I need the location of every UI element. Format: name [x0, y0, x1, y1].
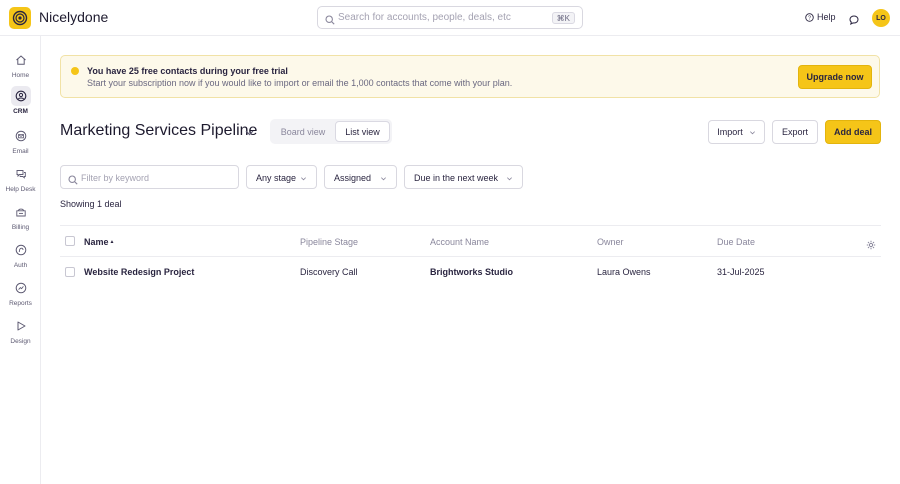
- top-bar: Nicelydone Search for accounts, people, …: [0, 0, 900, 36]
- info-dot-icon: [71, 67, 79, 75]
- chat-icon[interactable]: [849, 12, 859, 30]
- reports-icon: [15, 282, 26, 294]
- due-date-dropdown[interactable]: Due in the next week: [404, 165, 523, 189]
- email-icon: [15, 130, 26, 142]
- table-header: Name▲ Pipeline Stage Account Name Owner …: [60, 225, 881, 257]
- sidebar-item-label: Reports: [9, 300, 32, 307]
- column-header-owner[interactable]: Owner: [597, 237, 624, 247]
- list-view-button[interactable]: List view: [335, 121, 390, 142]
- results-count: Showing 1 deal: [60, 199, 122, 209]
- global-search[interactable]: Search for accounts, people, deals, etc …: [317, 6, 583, 29]
- table-row[interactable]: Website Redesign Project Discovery Call …: [60, 257, 881, 287]
- design-icon: [17, 321, 25, 331]
- deal-name-cell[interactable]: Website Redesign Project: [84, 267, 194, 277]
- auth-icon: [15, 244, 26, 256]
- search-shortcut-badge: ⌘K: [551, 12, 575, 24]
- chevron-down-icon: [300, 174, 307, 184]
- help-button[interactable]: ? Help: [805, 12, 836, 22]
- keyword-filter-placeholder: Filter by keyword: [81, 173, 150, 183]
- sort-ascending-icon: ▲: [109, 239, 115, 245]
- sidebar-item-label: Home: [11, 72, 30, 79]
- chevron-down-icon: [380, 174, 387, 184]
- sidebar-item-label: Auth: [13, 262, 28, 269]
- keyword-filter-input[interactable]: Filter by keyword: [60, 165, 239, 189]
- trial-banner: You have 25 free contacts during your fr…: [60, 55, 880, 98]
- banner-title: You have 25 free contacts during your fr…: [87, 66, 288, 76]
- chevron-down-icon: [506, 174, 513, 184]
- column-header-due-date[interactable]: Due Date: [717, 237, 755, 247]
- stage-dropdown-label: Any stage: [256, 173, 297, 183]
- sidebar-item-billing[interactable]: Billing: [0, 202, 41, 231]
- select-all-checkbox[interactable]: [65, 236, 75, 246]
- search-icon: [325, 12, 335, 30]
- chevron-down-icon[interactable]: [244, 125, 255, 143]
- crm-icon: [15, 90, 26, 102]
- sidebar-item-help-desk[interactable]: Help Desk: [0, 164, 41, 193]
- column-header-pipeline-stage[interactable]: Pipeline Stage: [300, 237, 358, 247]
- home-icon: [15, 55, 26, 65]
- import-label: Import: [717, 127, 743, 137]
- view-toggle: Board view List view: [270, 119, 392, 144]
- sidebar-item-design[interactable]: Design: [0, 316, 41, 345]
- search-icon: [68, 172, 78, 190]
- help-icon: ?: [805, 12, 814, 22]
- banner-message: Start your subscription now if you would…: [87, 78, 513, 88]
- sidebar-item-label: Email: [12, 148, 29, 155]
- logo-icon[interactable]: [9, 7, 31, 29]
- assigned-dropdown-label: Assigned: [334, 173, 372, 183]
- sidebar-item-home[interactable]: Home: [0, 50, 41, 79]
- pipeline-title[interactable]: Marketing Services Pipeline: [60, 122, 257, 140]
- sidebar-item-email[interactable]: Email: [0, 126, 41, 155]
- helpdesk-icon: [16, 170, 26, 179]
- upgrade-button[interactable]: Upgrade now: [798, 65, 872, 89]
- board-view-button[interactable]: Board view: [274, 121, 332, 142]
- pipeline-stage-cell: Discovery Call: [300, 267, 358, 277]
- export-button[interactable]: Export: [772, 120, 818, 144]
- row-checkbox[interactable]: [65, 267, 75, 277]
- search-placeholder: Search for accounts, people, deals, etc: [338, 12, 511, 23]
- user-avatar[interactable]: LO: [872, 9, 890, 27]
- sidebar-item-label: Billing: [11, 224, 30, 231]
- svg-text:?: ?: [808, 15, 811, 21]
- account-name-cell[interactable]: Brightworks Studio: [430, 267, 513, 277]
- sidebar-item-label: CRM: [13, 108, 28, 115]
- add-deal-button[interactable]: Add deal: [825, 120, 881, 144]
- owner-cell: Laura Owens: [597, 267, 651, 277]
- sidebar: Home CRM Email Help Desk Billing Auth Re…: [0, 36, 41, 484]
- column-header-name[interactable]: Name▲: [84, 237, 114, 247]
- billing-icon: [15, 208, 26, 217]
- gear-icon[interactable]: [866, 237, 876, 255]
- sidebar-item-reports[interactable]: Reports: [0, 278, 41, 307]
- assigned-dropdown[interactable]: Assigned: [324, 165, 397, 189]
- import-button[interactable]: Import: [708, 120, 765, 144]
- sidebar-item-auth[interactable]: Auth: [0, 240, 41, 269]
- sidebar-item-label: Design: [10, 338, 31, 345]
- chevron-down-icon: [749, 130, 755, 134]
- stage-dropdown[interactable]: Any stage: [246, 165, 317, 189]
- sidebar-item-label: Help Desk: [5, 186, 36, 193]
- help-label: Help: [817, 12, 836, 22]
- sidebar-item-crm[interactable]: CRM: [0, 86, 41, 115]
- due-dropdown-label: Due in the next week: [414, 173, 499, 183]
- due-date-cell: 31-Jul-2025: [717, 267, 765, 277]
- app-name: Nicelydone: [39, 9, 109, 25]
- column-header-account-name[interactable]: Account Name: [430, 237, 489, 247]
